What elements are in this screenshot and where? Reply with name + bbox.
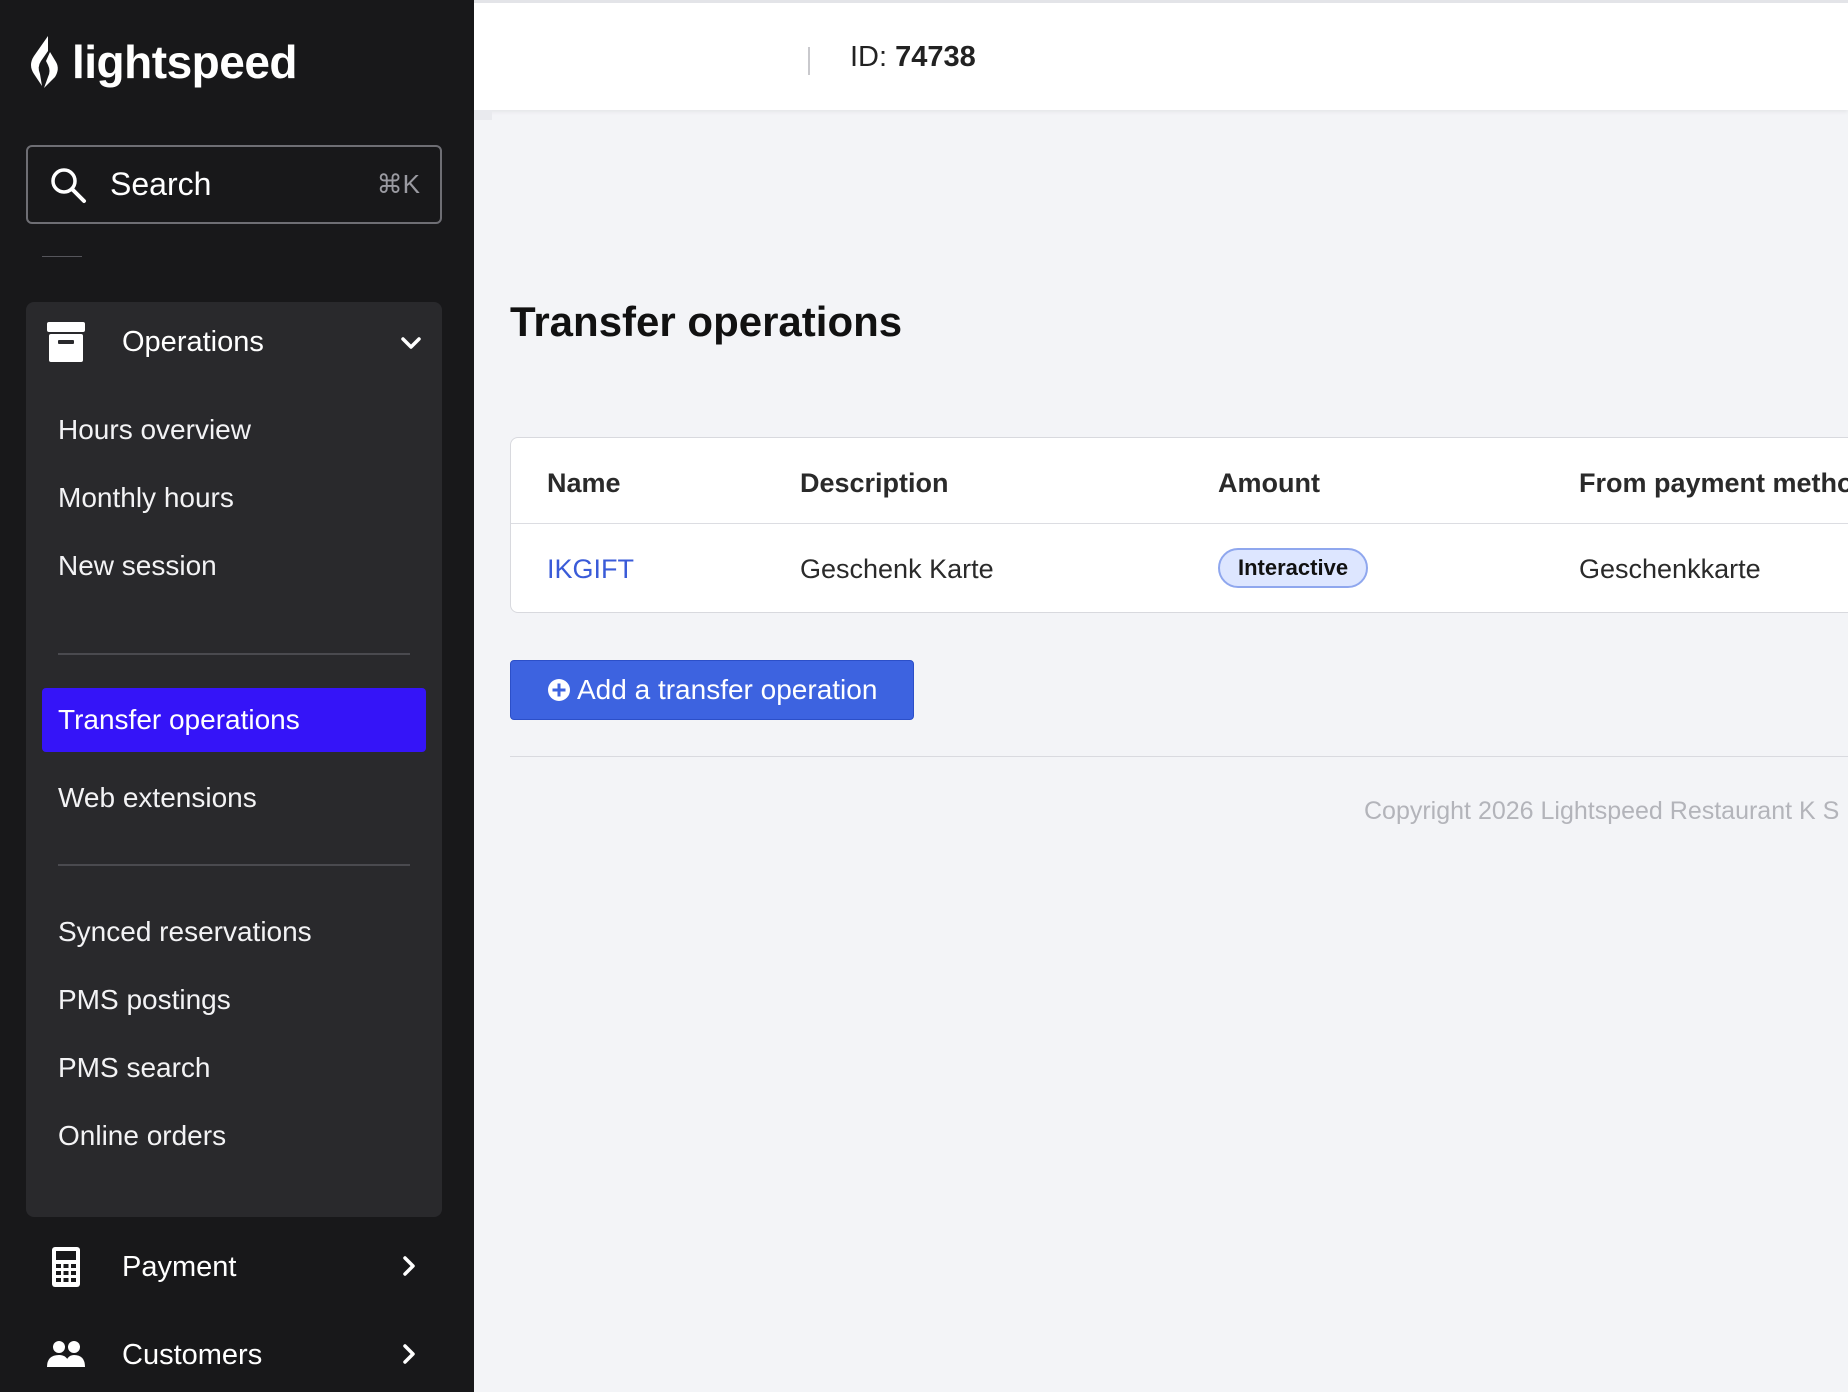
- column-header-name[interactable]: Name: [547, 468, 621, 499]
- sidebar-item-online-orders[interactable]: Online orders: [58, 1120, 226, 1152]
- top-bar: ID: 74738: [474, 0, 1848, 110]
- column-header-amount[interactable]: Amount: [1218, 468, 1320, 499]
- sidebar-item-pms-postings[interactable]: PMS postings: [58, 984, 231, 1016]
- add-transfer-operation-button[interactable]: Add a transfer operation: [510, 660, 914, 720]
- chevron-right-icon: [403, 1344, 415, 1364]
- account-id: ID: 74738: [850, 41, 976, 74]
- add-transfer-operation-label: Add a transfer operation: [577, 674, 878, 705]
- sidebar-item-hours-overview[interactable]: Hours overview: [58, 414, 251, 446]
- sidebar-item-web-extensions[interactable]: Web extensions: [58, 782, 257, 814]
- row-description: Geschenk Karte: [800, 554, 994, 584]
- lightspeed-flame-icon: [31, 36, 58, 88]
- divider: [510, 756, 1848, 757]
- brand-name: lightspeed: [72, 36, 298, 88]
- search-label: Search: [110, 166, 212, 202]
- transfer-operations-table: Name Description Amount From payment met…: [510, 437, 1848, 613]
- divider: [58, 864, 410, 866]
- amount-badge: Interactive: [1218, 548, 1369, 588]
- divider: [808, 47, 810, 75]
- divider: [511, 523, 1848, 524]
- sidebar-section-customers[interactable]: Customers: [0, 1321, 474, 1391]
- sidebar-item-monthly-hours[interactable]: Monthly hours: [58, 482, 234, 514]
- operations-toggle[interactable]: Operations: [26, 302, 442, 384]
- account-id-value: 74738: [895, 41, 976, 73]
- divider: [42, 256, 82, 257]
- divider: [58, 653, 410, 655]
- sidebar-group-operations: Operations Hours overview Monthly hours …: [26, 302, 442, 1217]
- chevron-down-icon: [401, 337, 421, 349]
- plus-circle-icon: [548, 679, 570, 701]
- sidebar-item-label: Transfer operations: [58, 704, 300, 735]
- sidebar-item-new-session[interactable]: New session: [58, 550, 217, 582]
- chevron-right-icon: [403, 1256, 415, 1276]
- column-header-from-payment-method[interactable]: From payment method: [1579, 468, 1848, 499]
- sidebar-section-payment[interactable]: Payment: [0, 1233, 474, 1303]
- archive-box-icon: [47, 322, 85, 362]
- sidebar-item-pms-search[interactable]: PMS search: [58, 1052, 211, 1084]
- brand-logo[interactable]: lightspeed: [26, 34, 298, 90]
- search-box[interactable]: Search ⌘K: [26, 145, 442, 224]
- sidebar: lightspeed Search ⌘K Operations Hours ov…: [0, 0, 474, 1392]
- account-id-label: ID:: [850, 41, 888, 73]
- search-shortcut: ⌘K: [376, 169, 420, 199]
- row-from-payment-method: Geschenkkarte: [1579, 554, 1761, 584]
- header-shadow-strip: [474, 110, 492, 120]
- row-name-link[interactable]: IKGIFT: [547, 554, 634, 585]
- sidebar-item-transfer-operations[interactable]: Transfer operations: [42, 688, 426, 752]
- copyright-text: Copyright 2026 Lightspeed Restaurant K S: [1364, 797, 1840, 825]
- customers-label: Customers: [122, 1339, 263, 1371]
- column-header-description[interactable]: Description: [800, 468, 949, 499]
- sidebar-item-synced-reservations[interactable]: Synced reservations: [58, 916, 312, 948]
- payment-label: Payment: [122, 1251, 237, 1283]
- calculator-icon: [52, 1247, 80, 1287]
- page-title: Transfer operations: [510, 298, 903, 345]
- users-icon: [47, 1341, 85, 1367]
- search-icon: [51, 167, 86, 203]
- operations-label: Operations: [122, 326, 264, 358]
